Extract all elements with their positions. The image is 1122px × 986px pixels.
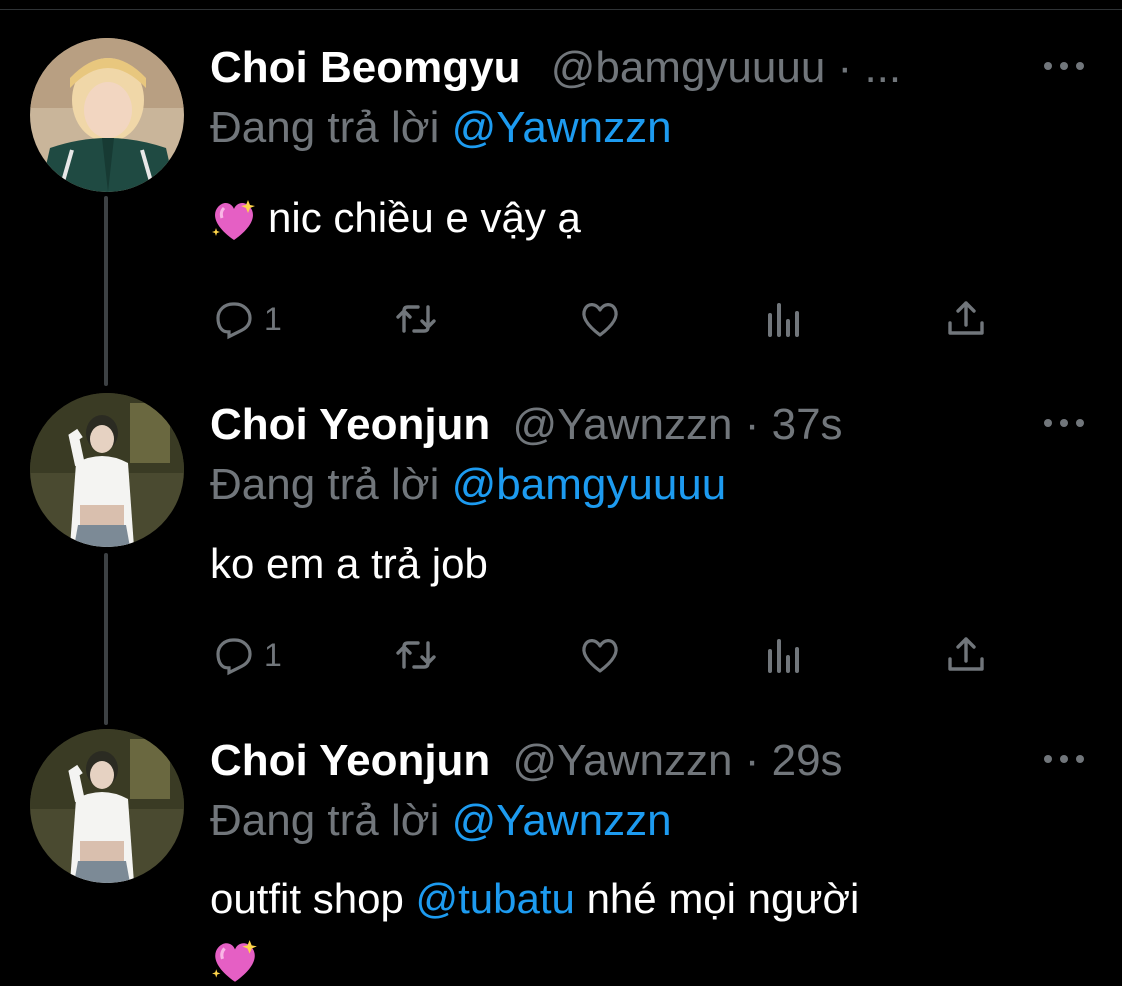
tweet-emoji-line [210, 938, 260, 986]
reply-context: Đang trả lời @bamgyuuuu [210, 459, 726, 511]
reply-context: Đang trả lời @Yawnzzn [210, 795, 672, 847]
share-button[interactable] [942, 630, 990, 680]
share-button[interactable] [942, 294, 990, 344]
display-name[interactable]: Choi Beomgyu [210, 43, 520, 92]
separator: · [744, 400, 760, 449]
reply-icon [216, 302, 252, 340]
handle[interactable]: @Yawnzzn [513, 400, 733, 449]
views-icon [768, 303, 799, 337]
retweet-icon [396, 641, 436, 669]
like-button[interactable] [576, 294, 624, 344]
text-mention[interactable]: @tubatu [415, 875, 574, 922]
display-name[interactable]: Choi Yeonjun [210, 736, 490, 785]
views-button[interactable] [760, 294, 808, 344]
tweet-text: nic chiều e vậy ạ [210, 192, 581, 244]
timestamp[interactable]: 29s [772, 736, 843, 785]
thread-line [104, 196, 108, 386]
avatar[interactable] [30, 729, 184, 883]
tweet-header: Choi Yeonjun @Yawnzzn · 29s [210, 735, 843, 787]
reply-count: 1 [264, 300, 282, 337]
top-divider [0, 9, 1122, 10]
reply-button[interactable]: 1 [210, 294, 282, 344]
reply-mention[interactable]: @Yawnzzn [452, 796, 672, 845]
reply-context: Đang trả lời @Yawnzzn [210, 102, 672, 154]
tweet-header: Choi Beomgyu @bamgyuuuu · ... [210, 42, 901, 94]
display-name[interactable]: Choi Yeonjun [210, 400, 490, 449]
timestamp[interactable]: 37s [772, 400, 843, 449]
like-icon [582, 639, 618, 673]
reply-mention[interactable]: @bamgyuuuu [452, 460, 727, 509]
more-icon[interactable] [1044, 749, 1084, 769]
timestamp[interactable]: ... [864, 43, 901, 92]
share-icon [948, 637, 984, 671]
avatar[interactable] [30, 38, 184, 192]
tweet-text: outfit shop @tubatu nhé mọi người [210, 873, 859, 925]
views-icon [768, 639, 799, 673]
reply-label: Đang trả lời [210, 796, 440, 845]
retweet-icon [396, 305, 436, 333]
thread-line [104, 553, 108, 725]
tweet-text-content: nic chiều e vậy ạ [268, 194, 581, 241]
tweet-header: Choi Yeonjun @Yawnzzn · 37s [210, 399, 843, 451]
views-button[interactable] [760, 630, 808, 680]
reply-button[interactable]: 1 [210, 630, 282, 680]
reply-icon [216, 638, 252, 676]
tweet-text-prefix: outfit shop [210, 875, 404, 922]
action-bar: 1 [210, 630, 1010, 680]
retweet-button[interactable] [392, 630, 440, 680]
like-icon [582, 303, 618, 337]
tweet-text-suffix: nhé mọi người [586, 875, 860, 922]
like-button[interactable] [576, 630, 624, 680]
share-icon [948, 301, 984, 335]
tweet-text: ko em a trả job [210, 540, 488, 587]
reply-label: Đang trả lời [210, 103, 440, 152]
separator: · [837, 43, 853, 92]
reply-mention[interactable]: @Yawnzzn [452, 103, 672, 152]
action-bar: 1 [210, 294, 1010, 344]
sparkling-heart-icon [212, 940, 257, 982]
avatar[interactable] [30, 393, 184, 547]
reply-label: Đang trả lời [210, 460, 440, 509]
retweet-button[interactable] [392, 294, 440, 344]
handle[interactable]: @Yawnzzn [513, 736, 733, 785]
sparkling-heart-icon [212, 199, 255, 240]
more-icon[interactable] [1044, 56, 1084, 76]
handle[interactable]: @bamgyuuuu [551, 43, 826, 92]
more-icon[interactable] [1044, 413, 1084, 433]
separator: · [744, 736, 760, 785]
reply-count: 1 [264, 636, 282, 673]
